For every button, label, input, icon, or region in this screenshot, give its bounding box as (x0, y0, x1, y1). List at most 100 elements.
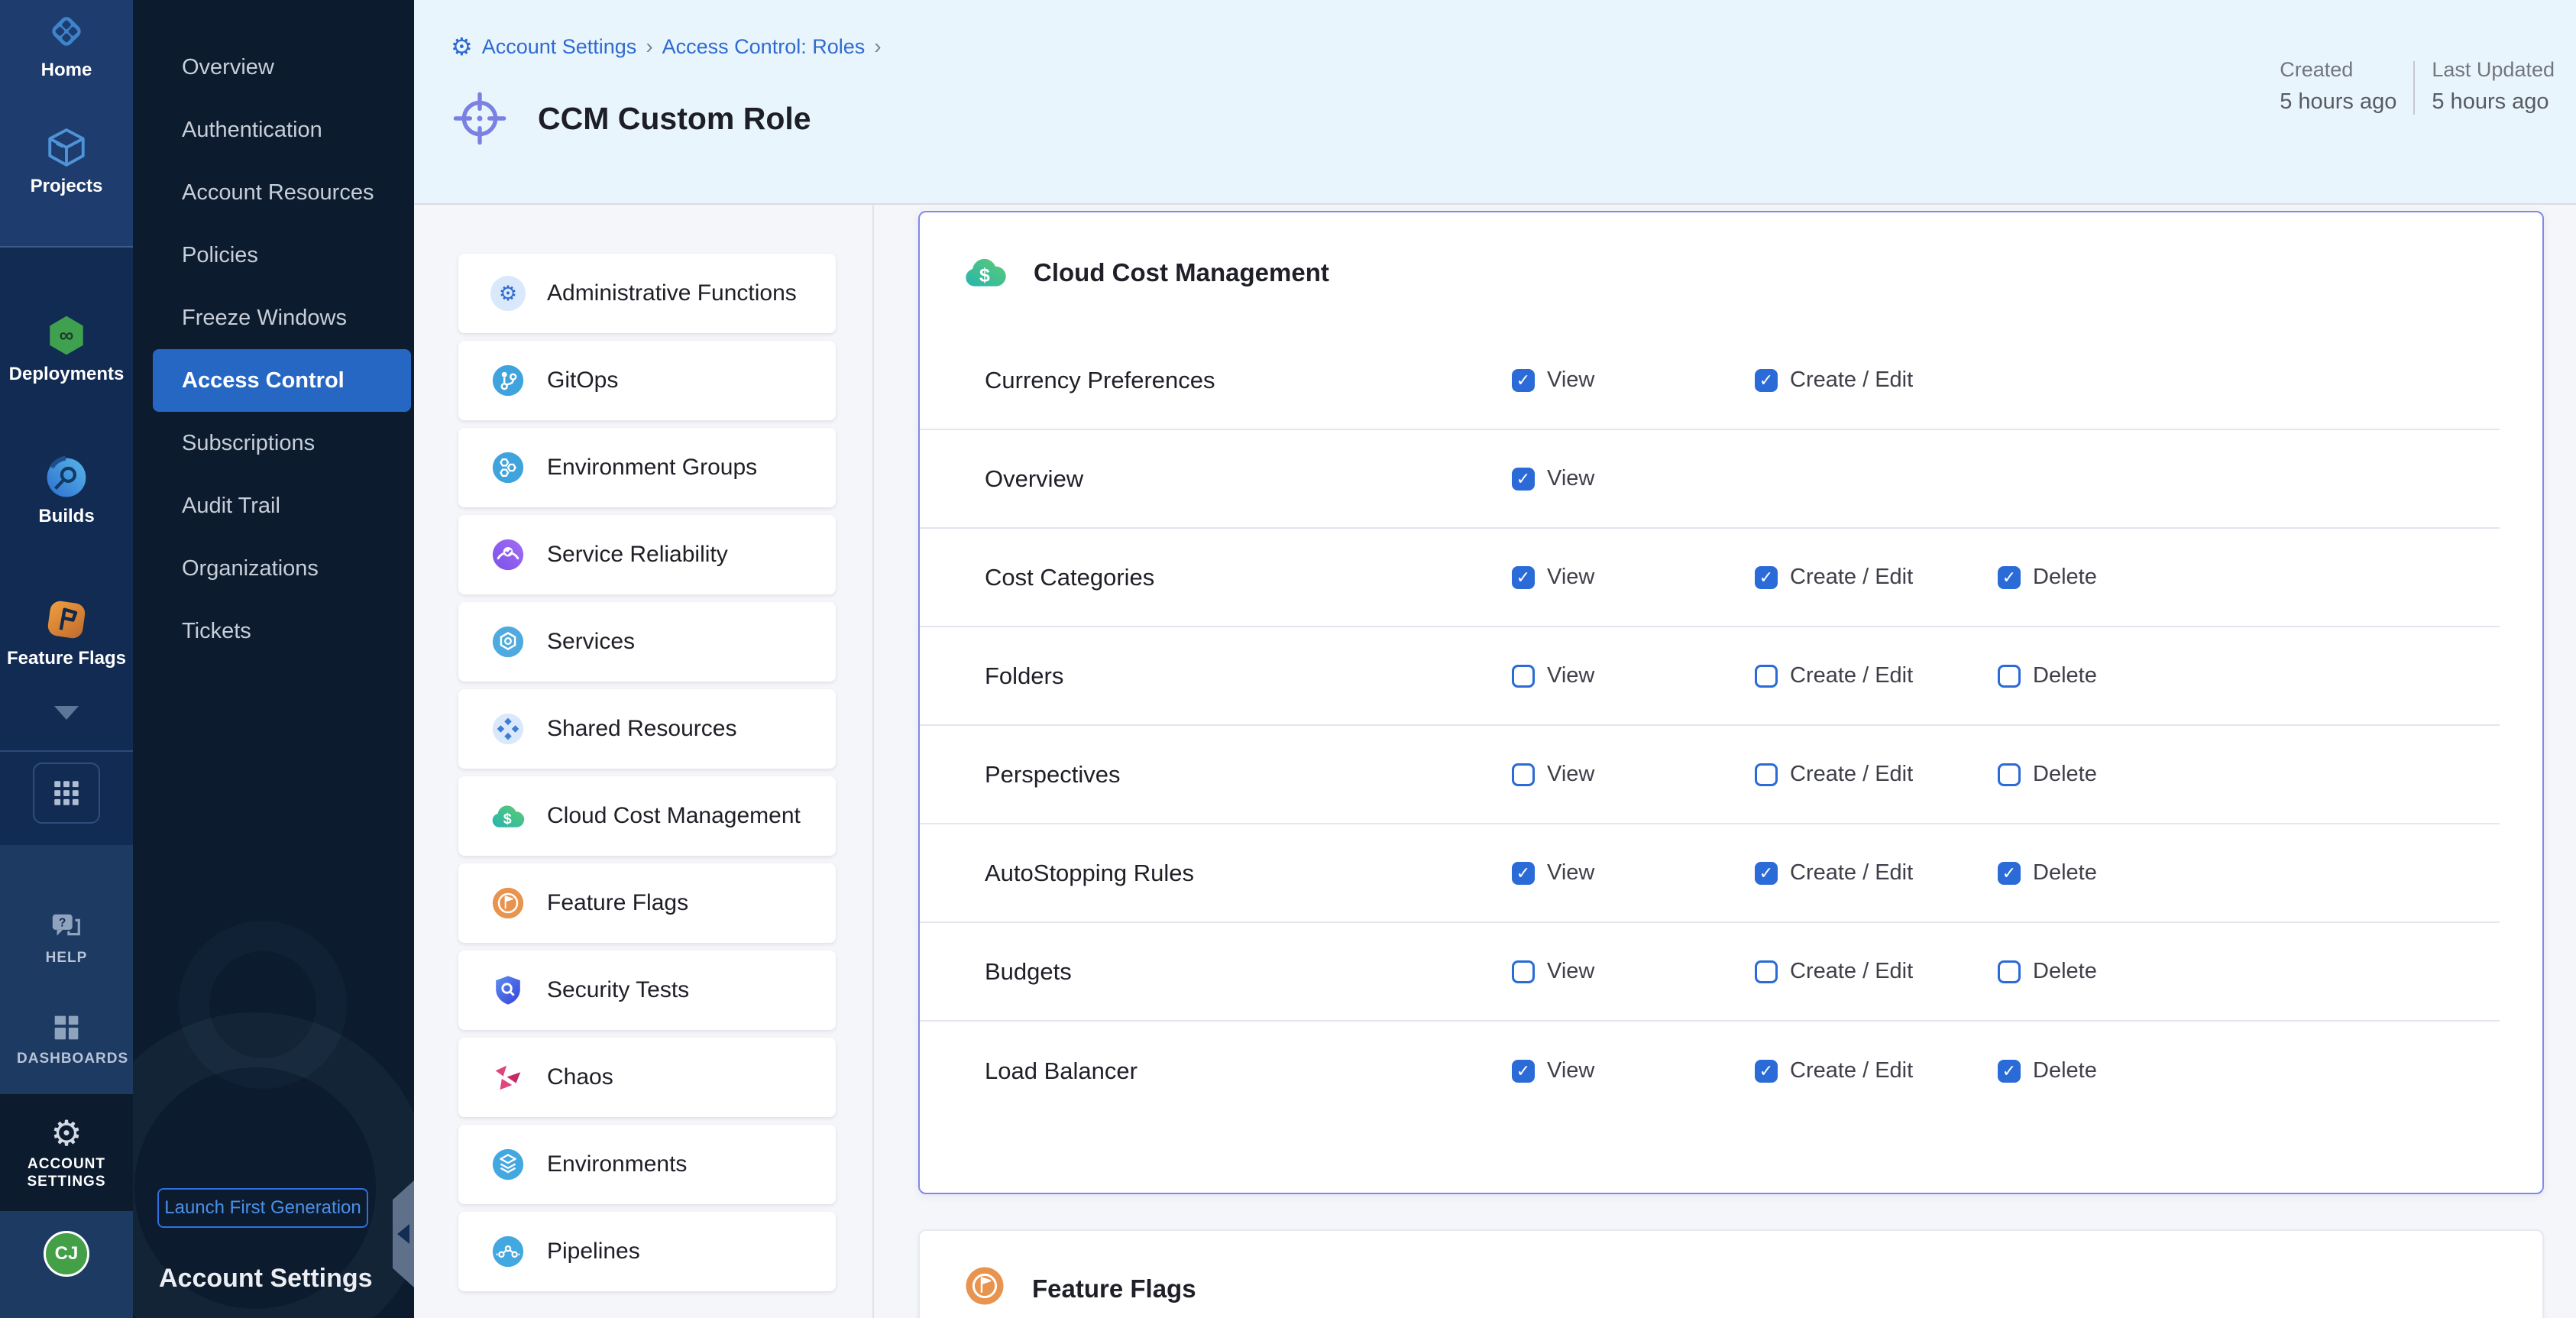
rail-item-label: DASHBOARDS (17, 1050, 116, 1068)
rail-item-dashboards[interactable]: DASHBOARDS (0, 1010, 133, 1068)
services-icon (490, 624, 526, 659)
create-checkbox[interactable] (1755, 763, 1778, 786)
breadcrumb-link-access-control-roles[interactable]: Access Control: Roles (662, 35, 866, 59)
permission-slot-view: View (1512, 368, 1755, 393)
permission-name: Perspectives (985, 761, 1512, 789)
service-reliability-icon (490, 537, 526, 572)
user-avatar[interactable]: CJ (44, 1231, 89, 1277)
permission-slot-view: View (1512, 762, 1755, 787)
create-checkbox[interactable] (1755, 1060, 1778, 1083)
resource-group-label: Chaos (547, 1064, 613, 1090)
resource-group-chaos[interactable]: Chaos (458, 1038, 836, 1117)
resource-group-label: Administrative Functions (547, 280, 797, 306)
delete-checkbox[interactable] (1998, 665, 2021, 688)
sidebar-item-audit-trail[interactable]: Audit Trail (133, 474, 414, 537)
permission-slot-create: Create / Edit (1755, 663, 1998, 688)
sidebar-item-policies[interactable]: Policies (133, 224, 414, 287)
view-checkbox[interactable] (1512, 566, 1535, 589)
permission-slot-create: Create / Edit (1755, 1058, 1998, 1083)
sidebar-item-freeze-windows[interactable]: Freeze Windows (133, 287, 414, 349)
view-checkbox[interactable] (1512, 1060, 1535, 1083)
rail-item-label: Feature Flags (7, 648, 126, 669)
permission-slot-view: View (1512, 663, 1755, 688)
delete-checkbox[interactable] (1998, 960, 2021, 983)
gear-watermark-inner (179, 921, 347, 1089)
breadcrumb-separator: › (874, 34, 881, 59)
create-checkbox[interactable] (1755, 369, 1778, 392)
resource-group-service-reliability[interactable]: Service Reliability (458, 515, 836, 594)
resource-group-feature-flags[interactable]: Feature Flags (458, 863, 836, 943)
sidebar-item-account-resources[interactable]: Account Resources (133, 161, 414, 224)
rail-item-builds[interactable]: Builds (0, 455, 133, 527)
resource-group-shared-resources[interactable]: Shared Resources (458, 689, 836, 769)
create-checkbox-label: Create / Edit (1790, 1058, 1913, 1083)
rail-item-deployments[interactable]: ∞ Deployments (0, 313, 133, 385)
feature-flags-icon (490, 886, 526, 921)
permission-name: Budgets (985, 958, 1512, 986)
view-checkbox[interactable] (1512, 960, 1535, 983)
module-selector-button[interactable] (33, 763, 100, 824)
delete-checkbox[interactable] (1998, 862, 2021, 885)
sidebar-item-overview[interactable]: Overview (133, 36, 414, 99)
resource-group-environment-groups[interactable]: Environment Groups (458, 428, 836, 507)
delete-checkbox[interactable] (1998, 1060, 2021, 1083)
create-checkbox[interactable] (1755, 862, 1778, 885)
permission-name: Currency Preferences (985, 367, 1512, 394)
permission-slot-delete: Delete (1998, 959, 2241, 984)
permission-row-folders: FoldersViewCreate / EditDelete (920, 627, 2500, 726)
delete-checkbox[interactable] (1998, 763, 2021, 786)
delete-checkbox-label: Delete (2033, 762, 2097, 787)
sidebar-item-tickets[interactable]: Tickets (133, 600, 414, 662)
sidebar-item-authentication[interactable]: Authentication (133, 99, 414, 161)
delete-checkbox-label: Delete (2033, 663, 2097, 688)
resource-group-pipelines[interactable]: Pipelines (458, 1212, 836, 1291)
feature-flags-icon (44, 597, 89, 642)
settings-sidebar: OverviewAuthenticationAccount ResourcesP… (133, 0, 414, 1318)
next-permissions-panel: Feature Flags (918, 1229, 2544, 1318)
meta-divider (2413, 61, 2415, 115)
rail-chevron-down-icon[interactable] (54, 706, 79, 720)
resource-group-gitops[interactable]: GitOps (458, 341, 836, 420)
create-checkbox[interactable] (1755, 665, 1778, 688)
create-checkbox[interactable] (1755, 960, 1778, 983)
create-checkbox[interactable] (1755, 566, 1778, 589)
launch-first-generation-button[interactable]: Launch First Generation (157, 1188, 368, 1228)
module-rail: Home Projects ∞ Deployments Builds Feature F… (0, 0, 133, 1318)
resource-group-label: Shared Resources (547, 716, 736, 742)
sidebar-item-access-control[interactable]: Access Control (153, 349, 411, 412)
next-panel-title: Feature Flags (1032, 1274, 1196, 1303)
permission-name: AutoStopping Rules (985, 860, 1512, 887)
resource-group-administrative-functions[interactable]: ⚙Administrative Functions (458, 254, 836, 333)
rail-item-help[interactable]: ?HELP (0, 909, 133, 967)
created-block: Created 5 hours ago (2280, 58, 2396, 115)
permission-slot-delete: Delete (1998, 663, 2241, 688)
permission-slot-create: Create / Edit (1755, 565, 1998, 590)
gitops-icon (490, 363, 526, 398)
deployments-icon: ∞ (44, 313, 89, 358)
resource-group-cloud-cost-management[interactable]: $Cloud Cost Management (458, 776, 836, 856)
resource-group-label: Services (547, 629, 635, 655)
resource-group-services[interactable]: Services (458, 602, 836, 682)
view-checkbox-label: View (1547, 959, 1594, 984)
rail-item-account-settings[interactable]: ⚙ACCOUNT SETTINGS (0, 1094, 133, 1212)
security-tests-icon (490, 973, 526, 1008)
permission-row-cost-categories: Cost CategoriesViewCreate / EditDelete (920, 529, 2500, 627)
resource-group-environments[interactable]: Environments (458, 1125, 836, 1204)
rail-item-label: Deployments (9, 364, 125, 385)
sidebar-item-subscriptions[interactable]: Subscriptions (133, 412, 414, 474)
sidebar-item-organizations[interactable]: Organizations (133, 537, 414, 600)
rail-item-feature-flags[interactable]: Feature Flags (0, 597, 133, 669)
rail-item-projects[interactable]: Projects (0, 125, 133, 197)
delete-checkbox[interactable] (1998, 566, 2021, 589)
resource-group-label: Environment Groups (547, 455, 757, 481)
view-checkbox[interactable] (1512, 862, 1535, 885)
view-checkbox[interactable] (1512, 763, 1535, 786)
view-checkbox[interactable] (1512, 665, 1535, 688)
permission-slot-create: Create / Edit (1755, 959, 1998, 984)
resource-group-security-tests[interactable]: Security Tests (458, 950, 836, 1030)
breadcrumb-link-account-settings[interactable]: Account Settings (482, 35, 637, 59)
view-checkbox[interactable] (1512, 468, 1535, 491)
rail-item-home[interactable]: Home (0, 9, 133, 81)
view-checkbox[interactable] (1512, 369, 1535, 392)
page-banner: ⚙ Account Settings›Access Control: Roles… (414, 0, 2576, 205)
